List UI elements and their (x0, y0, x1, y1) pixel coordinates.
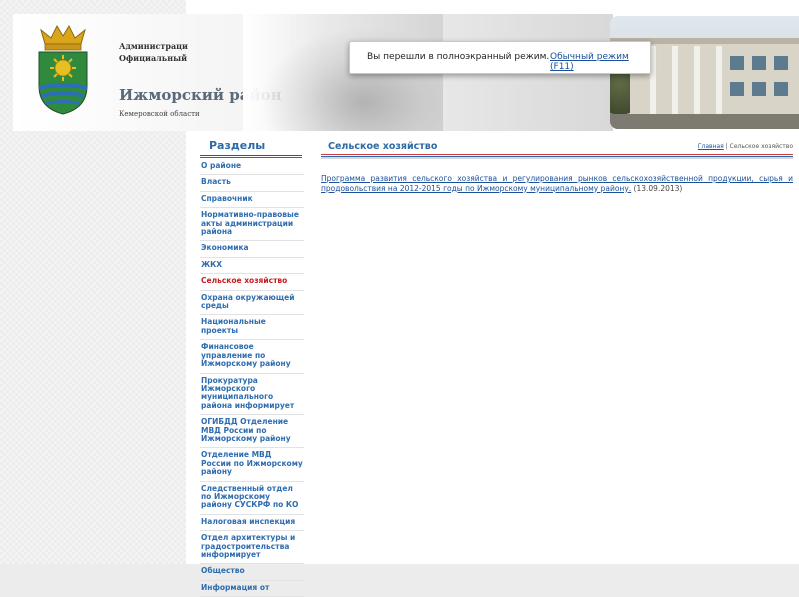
sidebar-item-spravochnik[interactable]: Справочник (200, 192, 304, 209)
exit-fullscreen-link[interactable]: Обычный режим (F11) (550, 52, 650, 72)
admin-line-2: Официальный (119, 53, 188, 63)
breadcrumb-home-link[interactable]: Главная (698, 143, 724, 150)
sidebar-item-otdelenie-mvd[interactable]: Отделение МВД России по Ижморскому район… (200, 448, 304, 482)
sidebar-nav: О районе Власть Справочник Нормативно-пр… (200, 159, 304, 597)
sidebar-item-ohrana-sredy[interactable]: Охрана окружающей среды (200, 291, 304, 316)
content-body: Программа развития сельского хозяйства и… (321, 174, 793, 193)
breadcrumb: Главная | Сельское хозяйство (698, 143, 793, 150)
sidebar-item-zhkh[interactable]: ЖКХ (200, 258, 304, 275)
content-divider (321, 154, 793, 159)
admin-line-1: Администраци (119, 41, 188, 51)
sidebar-item-arhitektura[interactable]: Отдел архитектуры и градостроительства и… (200, 531, 304, 565)
document-date: (13.09.2013) (631, 183, 683, 193)
region-label: Кемеровской области (119, 110, 200, 118)
sidebar-item-obshchestvo[interactable]: Общество (200, 564, 304, 581)
sidebar-item-o-raione[interactable]: О районе (200, 159, 304, 176)
admin-title: Администраци Официальный (119, 40, 188, 64)
sidebar-item-informaciya[interactable]: Информация от (200, 581, 304, 597)
sidebar-item-finansovoe-upravlenie[interactable]: Финансовое управление по Ижморскому райо… (200, 340, 304, 374)
sidebar-item-sledstvennyi-otdel[interactable]: Следственный отдел по Ижморскому району … (200, 482, 304, 515)
fullscreen-notice: Вы перешли в полноэкранный режим. Обычны… (349, 41, 651, 74)
sidebar-item-vlast[interactable]: Власть (200, 175, 304, 192)
sidebar-item-prokuratura[interactable]: Прокуратура Ижморского муниципального ра… (200, 374, 304, 416)
sidebar-item-selskoe-hozyaistvo[interactable]: Сельское хозяйство (200, 274, 304, 291)
sidebar-divider (200, 155, 302, 158)
document-link[interactable]: Программа развития сельского хозяйства и… (321, 174, 793, 193)
fullscreen-message: Вы перешли в полноэкранный режим. (367, 52, 550, 62)
breadcrumb-current: Сельское хозяйство (729, 143, 793, 150)
sidebar-item-nacionalnye-proekty[interactable]: Национальные проекты (200, 315, 304, 341)
sidebar-title: Разделы (209, 139, 266, 152)
sidebar-item-ogibdd[interactable]: ОГИБДД Отделение МВД России по Ижморском… (200, 415, 304, 449)
sidebar-item-normativnye-akty[interactable]: Нормативно-правовые акты администрации р… (200, 208, 304, 242)
coat-of-arms-icon (38, 24, 88, 115)
sidebar-item-nalogovaya[interactable]: Налоговая инспекция (200, 515, 304, 532)
sidebar-item-ekonomika[interactable]: Экономика (200, 241, 304, 258)
page-title: Сельское хозяйство (328, 141, 438, 152)
